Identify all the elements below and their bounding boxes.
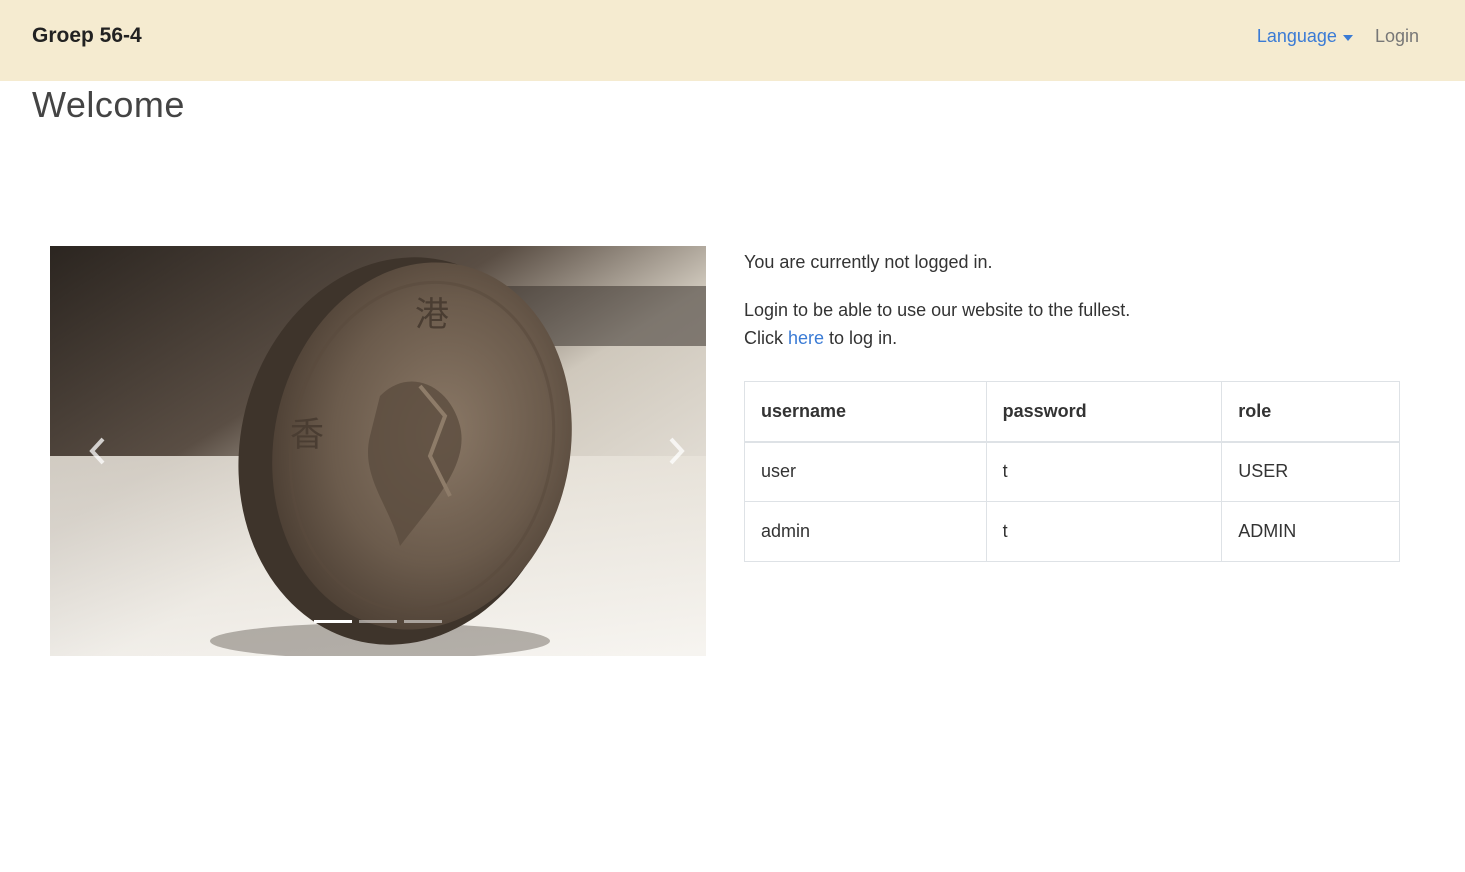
carousel-indicator-3[interactable] xyxy=(404,620,442,623)
user-credentials-table: username password role user t USER admin… xyxy=(744,381,1400,562)
login-status-text: You are currently not logged in. xyxy=(744,252,993,272)
navbar-right: Language Login xyxy=(1257,26,1419,47)
login-link[interactable]: Login xyxy=(1375,26,1419,47)
login-prompt-line: Login to be able to use our website to t… xyxy=(744,300,1131,320)
cell-password: t xyxy=(985,441,1223,502)
carousel-indicator-1[interactable] xyxy=(314,620,352,623)
caret-down-icon xyxy=(1342,34,1353,41)
table-row: user t USER xyxy=(744,441,1400,502)
table-row: admin t ADMIN xyxy=(744,501,1400,562)
image-carousel: 港 香 xyxy=(50,246,706,656)
login-prompt-text: Login to be able to use our website to t… xyxy=(744,296,1400,352)
svg-text:香: 香 xyxy=(290,415,324,455)
language-dropdown[interactable]: Language xyxy=(1257,26,1353,47)
cell-role: ADMIN xyxy=(1221,501,1400,562)
cell-username: admin xyxy=(744,501,987,562)
carousel-indicator-2[interactable] xyxy=(359,620,397,623)
click-prefix: Click xyxy=(744,328,788,348)
header-password: password xyxy=(985,381,1223,443)
cell-password: t xyxy=(985,501,1223,562)
page-title: Welcome xyxy=(32,84,185,125)
cell-username: user xyxy=(744,441,987,502)
header-role: role xyxy=(1221,381,1400,443)
header-username: username xyxy=(744,381,987,443)
chevron-left-icon xyxy=(89,437,105,465)
click-suffix: to log in. xyxy=(824,328,898,348)
cell-role: USER xyxy=(1221,441,1400,502)
login-here-link[interactable]: here xyxy=(788,328,824,348)
chevron-right-icon xyxy=(669,437,685,465)
table-header-row: username password role xyxy=(744,381,1400,443)
login-info: You are currently not logged in. Login t… xyxy=(744,248,1400,352)
coin-photo: 港 香 xyxy=(50,246,706,656)
navbar: Groep 56-4 Language Login xyxy=(0,0,1465,81)
svg-text:港: 港 xyxy=(415,295,449,335)
brand-logo-link[interactable]: Groep 56-4 xyxy=(32,24,142,48)
language-dropdown-label: Language xyxy=(1256,26,1337,46)
carousel-indicators xyxy=(314,620,442,623)
